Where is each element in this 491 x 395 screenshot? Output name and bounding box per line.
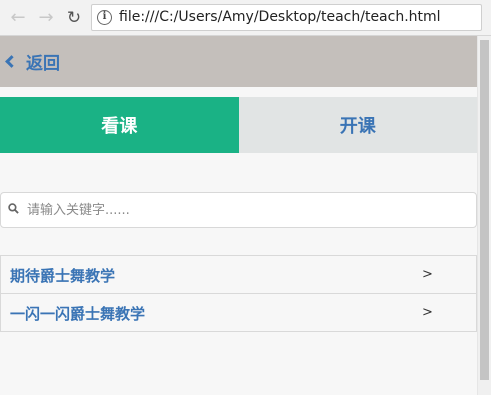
list-item[interactable]: 一闪一闪爵士舞教学 > [0, 293, 477, 332]
info-icon[interactable]: i [97, 10, 112, 25]
address-bar[interactable]: i file:///C:/Users/Amy/Desktop/teach/tea… [91, 4, 482, 31]
back-button[interactable]: 返回 [3, 48, 60, 74]
tab-open-course[interactable]: 开课 [238, 97, 477, 153]
search-input[interactable] [25, 193, 465, 227]
back-arrow-icon[interactable]: ← [7, 7, 29, 29]
search-box [0, 192, 477, 228]
back-button-label: 返回 [26, 53, 60, 74]
url-text[interactable]: file:///C:/Users/Amy/Desktop/teach/teach… [119, 9, 441, 25]
browser-toolbar: ← → ↻ i file:///C:/Users/Amy/Desktop/tea… [0, 0, 491, 36]
course-title: 期待爵士舞教学 [10, 267, 116, 285]
course-title: 一闪一闪爵士舞教学 [10, 305, 146, 323]
app-header: 返回 [0, 36, 477, 87]
search-icon [8, 203, 19, 214]
chevron-right-icon: > [422, 267, 433, 282]
tab-label: 看课 [101, 116, 138, 137]
list-item[interactable]: 期待爵士舞教学 > [0, 255, 477, 294]
course-list: 期待爵士舞教学 > 一闪一闪爵士舞教学 > [0, 255, 477, 332]
forward-arrow-icon[interactable]: → [35, 7, 57, 29]
chevron-left-icon [5, 54, 18, 68]
tab-watch-course[interactable]: 看课 [0, 97, 239, 153]
tab-label: 开课 [339, 116, 376, 137]
chevron-right-icon: > [422, 305, 433, 320]
scrollbar-thumb[interactable] [480, 40, 489, 380]
vertical-scrollbar[interactable] [477, 36, 491, 395]
reload-icon[interactable]: ↻ [63, 7, 85, 29]
app-viewport: 返回 看课 开课 期待爵士舞教学 > 一闪一闪爵士舞教学 > [0, 36, 477, 395]
course-tabs: 看课 开课 [0, 97, 477, 153]
